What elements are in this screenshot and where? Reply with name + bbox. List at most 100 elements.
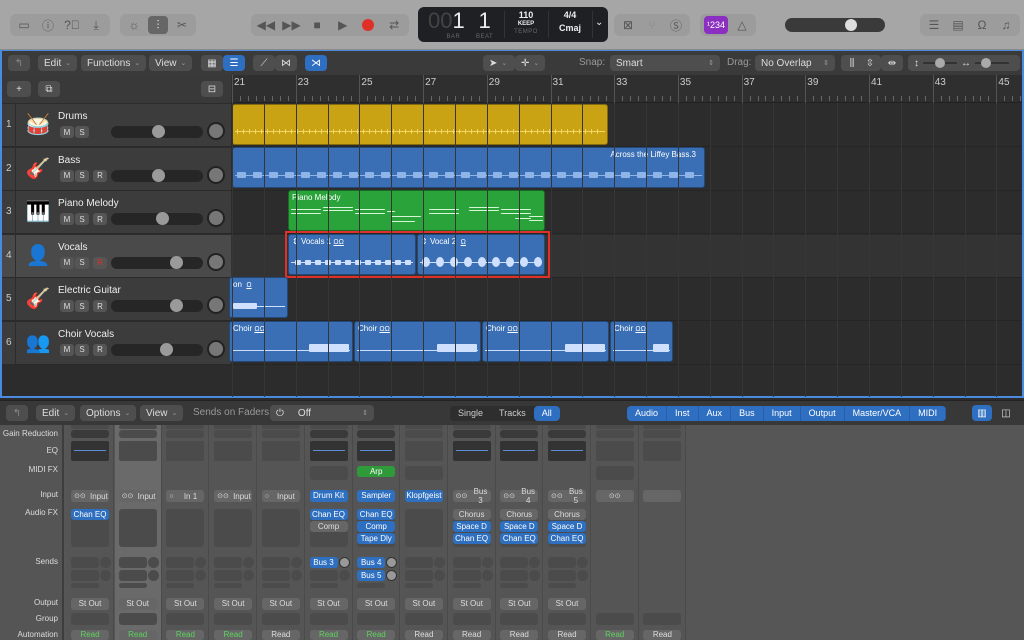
send-slot-small[interactable] bbox=[118, 583, 147, 588]
eq-thumbnail[interactable] bbox=[548, 441, 586, 461]
channel-strip[interactable]: Drum Kit Chan EQ Comp Bus 3 St Out Read bbox=[305, 425, 353, 640]
eq-thumbnail[interactable] bbox=[166, 441, 205, 461]
automation-mode[interactable]: Read bbox=[118, 630, 157, 640]
strip-setting-slot[interactable] bbox=[357, 425, 396, 429]
audio-fx-plugin[interactable]: Chorus bbox=[500, 509, 539, 520]
drag-select[interactable]: No Overlap ⇕ bbox=[755, 55, 835, 71]
send-slot[interactable] bbox=[71, 557, 99, 568]
scope-tracks[interactable]: Tracks bbox=[491, 406, 534, 421]
send-level-knob[interactable] bbox=[195, 557, 207, 568]
rewind-icon[interactable]: ◀◀ bbox=[256, 16, 276, 34]
solo-button[interactable]: S bbox=[75, 343, 89, 356]
record-icon[interactable] bbox=[358, 16, 378, 34]
send-level-knob[interactable] bbox=[433, 570, 445, 581]
automation-icon[interactable]: ⟋ bbox=[253, 55, 275, 71]
sends-on-faders-select[interactable]: ⏻ Off ⇕ bbox=[270, 405, 374, 421]
output-slot[interactable]: St Out bbox=[548, 598, 586, 610]
send-slot[interactable] bbox=[548, 557, 576, 568]
group-slot[interactable] bbox=[548, 613, 586, 625]
automation-mode[interactable]: Read bbox=[404, 630, 443, 640]
send-slot[interactable] bbox=[404, 557, 433, 568]
output-slot[interactable]: St Out bbox=[404, 598, 443, 610]
input-slot[interactable]: ⊙⊙ Input bbox=[71, 490, 109, 502]
play-icon[interactable]: ▶ bbox=[333, 16, 353, 34]
vocals-1-region[interactable]: ⇕ Vocals 1 ΩΩ bbox=[288, 234, 416, 275]
automation-mode[interactable]: Read bbox=[452, 630, 491, 640]
solo-button[interactable]: S bbox=[75, 213, 89, 225]
output-slot[interactable]: St Out bbox=[309, 598, 348, 610]
signature-key-display[interactable]: 4/4 Cmaj bbox=[554, 10, 586, 33]
automation-mode[interactable]: Read bbox=[309, 630, 348, 640]
cycle-icon[interactable]: ⇄ bbox=[384, 16, 404, 34]
replace-icon[interactable]: ⊠ bbox=[618, 16, 638, 34]
scope-single[interactable]: Single bbox=[450, 406, 491, 421]
automation-mode[interactable]: Read bbox=[214, 630, 253, 640]
volume-slider[interactable] bbox=[111, 212, 203, 225]
eq-thumbnail[interactable] bbox=[309, 441, 348, 461]
strip-setting-slot[interactable] bbox=[452, 425, 491, 429]
audio-fx-plugin[interactable]: Chan EQ bbox=[548, 533, 586, 544]
channel-strip[interactable]: ⊙⊙ Input St Out Read bbox=[210, 425, 258, 640]
grid-view-icon[interactable]: ▦ bbox=[201, 55, 223, 71]
filter-bus[interactable]: Bus bbox=[731, 406, 764, 421]
send-slot[interactable] bbox=[500, 557, 529, 568]
send-slot[interactable] bbox=[261, 557, 290, 568]
group-slot[interactable] bbox=[166, 613, 205, 625]
send-level-knob[interactable] bbox=[481, 557, 493, 568]
volume-slider[interactable] bbox=[111, 255, 203, 269]
eq-thumbnail[interactable] bbox=[643, 441, 682, 461]
filter-input[interactable]: Input bbox=[764, 406, 801, 421]
narrow-strips-icon[interactable]: ▥ bbox=[972, 405, 992, 421]
master-volume-knob[interactable] bbox=[844, 19, 857, 31]
send-level-knob[interactable] bbox=[100, 570, 111, 581]
volume-slider[interactable] bbox=[111, 299, 203, 312]
send-slot-small[interactable] bbox=[71, 583, 99, 588]
audio-fx-slot-area[interactable] bbox=[261, 509, 300, 547]
choir-region[interactable]: Choir ΩΩ bbox=[229, 321, 353, 362]
track-header-drums[interactable]: 1 🥁 Drums M S bbox=[2, 104, 231, 147]
audio-fx-plugin[interactable]: Chan EQ bbox=[309, 509, 348, 520]
eq-thumbnail[interactable] bbox=[404, 441, 443, 461]
automation-mode[interactable]: Read bbox=[357, 630, 396, 640]
send-level-knob[interactable] bbox=[529, 557, 541, 568]
solo-button[interactable]: S bbox=[75, 126, 89, 138]
filter-audio[interactable]: Audio bbox=[627, 406, 668, 421]
send-slot[interactable]: Bus 5 bbox=[357, 570, 386, 581]
choir-region[interactable]: Choir ΩΩ bbox=[482, 321, 609, 362]
options-menu[interactable]: Options ⌄ bbox=[80, 405, 137, 421]
send-slot[interactable]: Bus 4 bbox=[357, 557, 386, 568]
send-level-knob[interactable] bbox=[386, 557, 398, 568]
channel-strip[interactable]: ⊙⊙ Bus 4 Chorus Space D Chan EQ St Out Read bbox=[496, 425, 544, 640]
send-slot-small[interactable] bbox=[166, 583, 195, 588]
horizontal-zoom-fit-icon[interactable]: ⇹ bbox=[881, 55, 903, 71]
list-view-icon[interactable]: ☰ bbox=[223, 55, 245, 71]
tempo-display[interactable]: 110 KEEP TEMPO bbox=[510, 10, 542, 35]
strip-setting-slot[interactable] bbox=[309, 425, 348, 429]
horizontal-zoom-slider[interactable] bbox=[975, 58, 1009, 68]
track-header-vocals[interactable]: 4 👤 Vocals M S R bbox=[2, 234, 231, 278]
view-menu[interactable]: View ⌄ bbox=[149, 55, 193, 71]
send-slot-small[interactable] bbox=[261, 583, 290, 588]
automation-mode[interactable]: Read bbox=[643, 630, 682, 640]
output-slot[interactable]: St Out bbox=[118, 598, 157, 610]
volume-knob[interactable] bbox=[152, 125, 165, 138]
audio-fx-plugin[interactable]: Chan EQ bbox=[357, 509, 396, 520]
input-slot[interactable]: Drum Kit bbox=[309, 490, 348, 502]
input-slot[interactable]: ⊙⊙ Bus 3 bbox=[452, 487, 491, 505]
channel-strip[interactable]: ⊙⊙ Read bbox=[591, 425, 639, 640]
midi-fx-slot[interactable] bbox=[404, 466, 443, 480]
automation-mode[interactable]: Read bbox=[261, 630, 300, 640]
eq-thumbnail[interactable] bbox=[71, 441, 109, 461]
channel-strip[interactable]: Klopfgeist St Out Read bbox=[400, 425, 448, 640]
strip-setting-slot[interactable] bbox=[166, 425, 205, 429]
input-slot[interactable]: ○ Input bbox=[261, 490, 300, 502]
volume-slider[interactable] bbox=[111, 125, 203, 138]
send-slot-small[interactable] bbox=[214, 583, 243, 588]
vertical-zoom-fit-icon[interactable]: ⇳ bbox=[859, 55, 881, 71]
mute-button[interactable]: M bbox=[60, 213, 74, 225]
audio-fx-plugin[interactable]: Chan EQ bbox=[500, 533, 539, 544]
send-level-knob[interactable] bbox=[243, 570, 255, 581]
volume-slider[interactable] bbox=[111, 342, 203, 356]
audio-fx-slot-area[interactable] bbox=[166, 509, 205, 547]
strip-setting-slot[interactable] bbox=[404, 425, 443, 429]
